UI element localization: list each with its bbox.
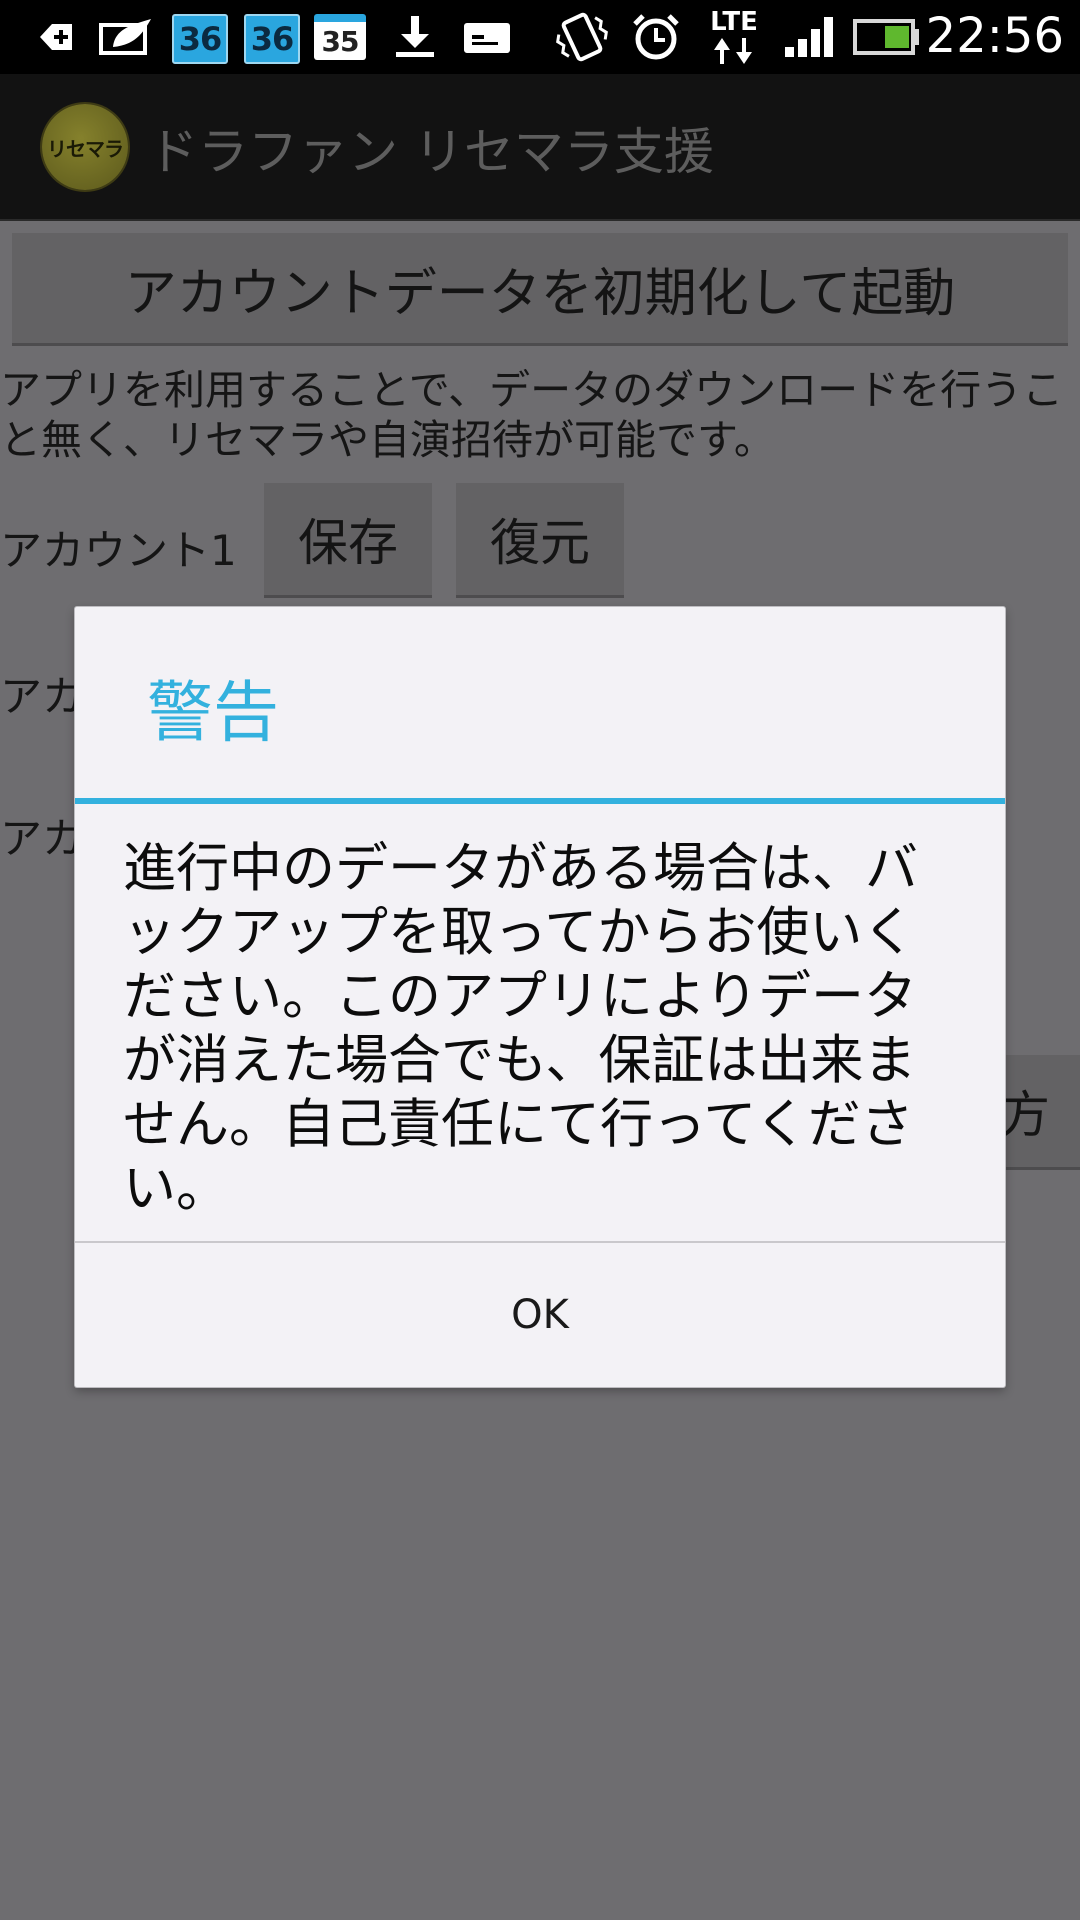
warning-dialog: 警告 進行中のデータがある場合は、バックアップを取ってからお使いください。このア… bbox=[75, 607, 1005, 1387]
dialog-title: 警告 bbox=[147, 674, 279, 751]
account-3-label: アカ bbox=[0, 814, 85, 863]
action-bar: リセマラ ドラファン リセマラ支援 bbox=[0, 74, 1080, 221]
battery-icon bbox=[852, 12, 922, 62]
partial-button[interactable]: 方 bbox=[1000, 1055, 1080, 1167]
eco-icon bbox=[96, 12, 156, 62]
calendar-icon: 35 bbox=[314, 14, 366, 60]
account-1-restore-button[interactable]: 復元 bbox=[456, 483, 624, 595]
account-2-label: アカ bbox=[0, 672, 85, 721]
app-screen: 36 36 35 LTE 22:56 リセマラ ドラファン リセマラ支援 アカウ… bbox=[0, 0, 1080, 1920]
vibrate-icon bbox=[552, 12, 612, 62]
app-logo: リセマラ bbox=[42, 104, 128, 190]
account-1-label: アカウント1 bbox=[0, 526, 237, 575]
app-logo-text: リセマラ bbox=[47, 136, 124, 161]
download-icon bbox=[390, 12, 440, 62]
status-bar: 36 36 35 LTE 22:56 bbox=[0, 0, 1080, 74]
signal-icon bbox=[782, 12, 838, 62]
init-account-launch-button[interactable]: アカウントデータを初期化して起動 bbox=[12, 233, 1068, 343]
sim-card-icon bbox=[460, 12, 514, 62]
dialog-title-divider bbox=[75, 798, 1005, 804]
calendar-icon: 36 bbox=[244, 14, 300, 64]
lte-icon: LTE bbox=[706, 4, 762, 70]
lte-label: LTE bbox=[710, 7, 758, 37]
calendar-icon: 36 bbox=[172, 14, 228, 64]
app-title: ドラファン リセマラ支援 bbox=[148, 123, 714, 181]
add-notification-icon bbox=[30, 12, 80, 62]
account-1-save-button[interactable]: 保存 bbox=[264, 483, 432, 595]
alarm-icon bbox=[628, 12, 684, 62]
status-time: 22:56 bbox=[925, 8, 1064, 64]
ok-button[interactable]: OK bbox=[75, 1243, 1005, 1387]
dialog-message: 進行中のデータがある場合は、バックアップを取ってからお使いください。このアプリに… bbox=[123, 838, 918, 1219]
app-description: アプリを利用することで、データのダウンロードを行うこと無く、リセマラや自演招待が… bbox=[0, 366, 1064, 464]
